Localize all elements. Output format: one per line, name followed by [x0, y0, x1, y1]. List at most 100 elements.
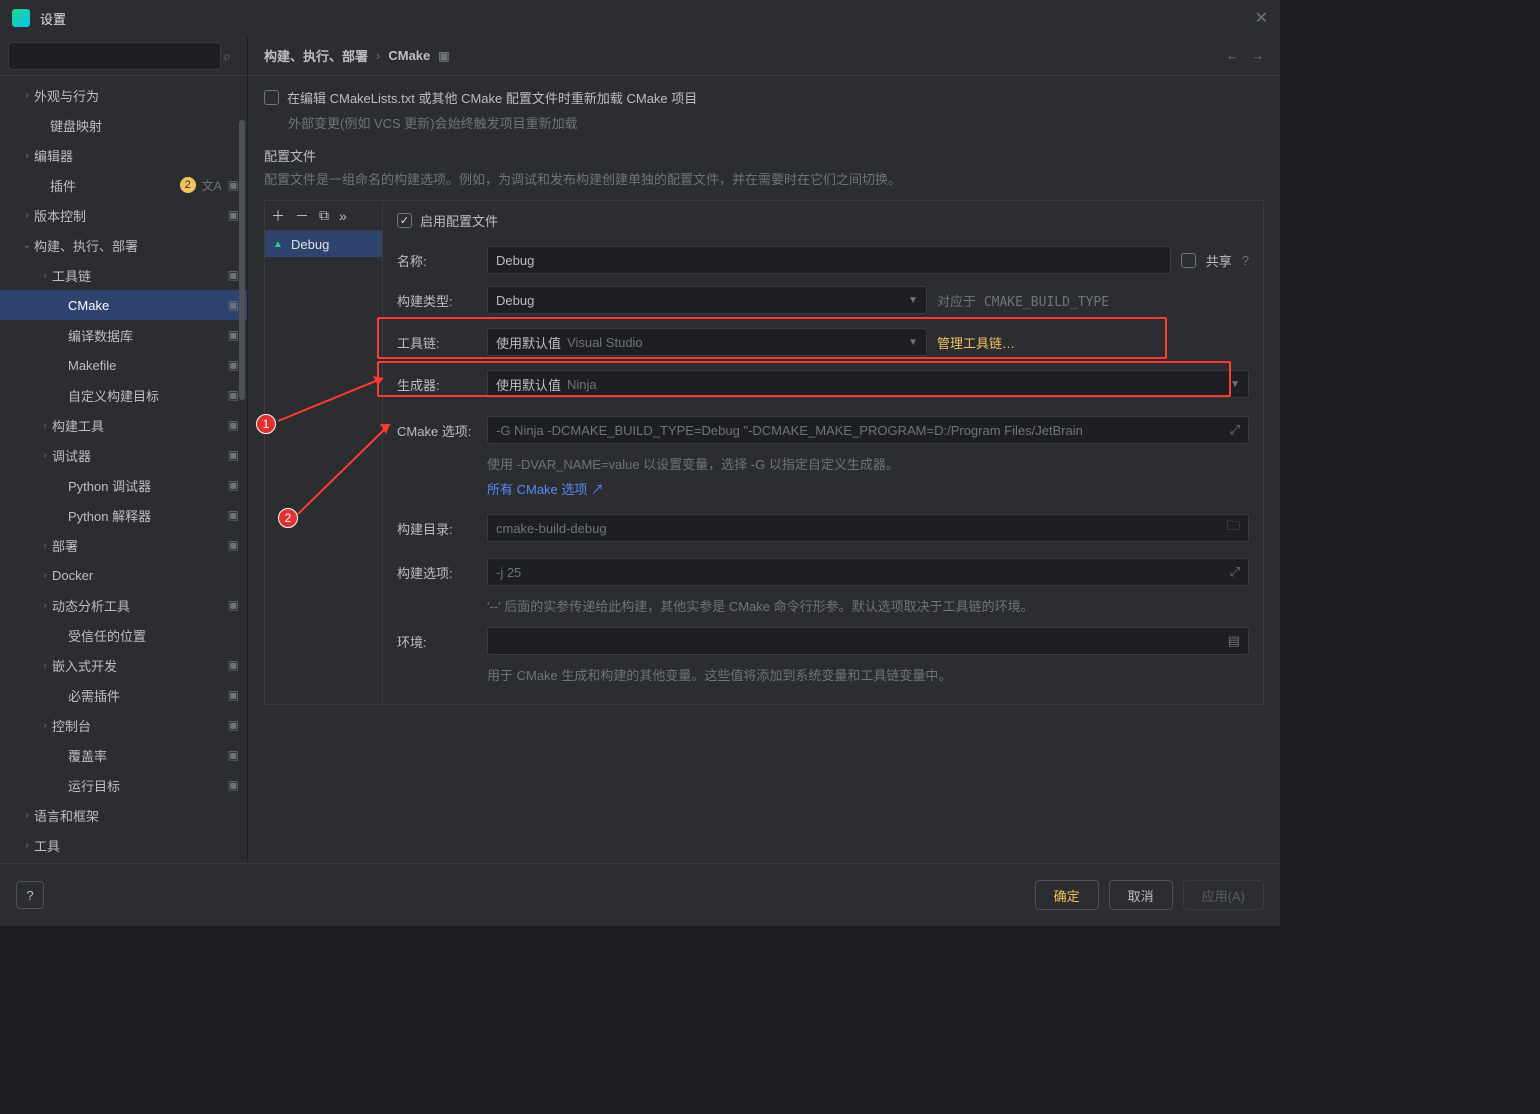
scope-icon: ▣ — [228, 478, 239, 492]
sidebar-item-5[interactable]: ⌄构建、执行、部署 — [0, 230, 247, 260]
chevron-icon: › — [38, 450, 52, 461]
chevron-icon: ⌄ — [20, 240, 34, 251]
sidebar-item-22[interactable]: 覆盖率▣ — [0, 740, 247, 770]
titlebar: 设置 ✕ — [0, 0, 1280, 36]
chevron-down-icon: ▼ — [1230, 379, 1240, 390]
chevron-icon: › — [38, 720, 52, 731]
sidebar-item-6[interactable]: ›工具链▣ — [0, 260, 247, 290]
reload-checkbox[interactable] — [264, 90, 279, 105]
sidebar-item-4[interactable]: ›版本控制▣ — [0, 200, 247, 230]
folder-icon[interactable]: 🗀 — [1227, 517, 1240, 539]
dialog-footer: ? 确定 取消 应用(A) — [0, 863, 1280, 926]
build-type-select[interactable]: Debug▼ — [487, 286, 927, 314]
cancel-button[interactable]: 取消 — [1109, 880, 1173, 910]
search-icon: ⌕ — [223, 48, 231, 65]
settings-sidebar: ⌕ ›外观与行为键盘映射›编辑器插件2文A▣›版本控制▣⌄构建、执行、部署›工具… — [0, 36, 248, 863]
sidebar-item-label: 插件 — [50, 176, 180, 195]
badge-count: 2 — [180, 177, 196, 193]
profile-item-label: Debug — [291, 237, 329, 252]
sidebar-item-1[interactable]: 键盘映射 — [0, 110, 247, 140]
sidebar-item-label: 必需插件 — [68, 686, 228, 705]
sidebar-item-0[interactable]: ›外观与行为 — [0, 80, 247, 110]
sidebar-item-label: Python 调试器 — [68, 476, 228, 495]
sidebar-item-24[interactable]: ›语言和框架 — [0, 800, 247, 830]
enable-profile-label: 启用配置文件 — [420, 211, 498, 230]
manage-toolchains-link[interactable]: 管理工具链… — [937, 333, 1015, 352]
cmake-options-hint: 使用 -DVAR_NAME=value 以设置变量，选择 -G 以指定自定义生成… — [487, 454, 1249, 473]
sidebar-item-7[interactable]: CMake▣ — [0, 290, 247, 320]
sidebar-item-label: 运行目标 — [68, 776, 228, 795]
sidebar-item-13[interactable]: Python 调试器▣ — [0, 470, 247, 500]
share-checkbox[interactable] — [1181, 253, 1196, 268]
scope-icon: ▣ — [228, 778, 239, 792]
sidebar-item-label: 受信任的位置 — [68, 626, 239, 645]
search-input[interactable] — [8, 42, 221, 70]
scope-icon: ▣ — [228, 688, 239, 702]
profiles-panel: ＋ － ⧉ » ▲ Debug — [264, 200, 382, 705]
share-help-icon[interactable]: ? — [1242, 253, 1249, 268]
close-icon[interactable]: ✕ — [1255, 8, 1268, 28]
breadcrumb-current: CMake — [388, 48, 430, 63]
sidebar-item-21[interactable]: ›控制台▣ — [0, 710, 247, 740]
sidebar-item-12[interactable]: ›调试器▣ — [0, 440, 247, 470]
build-options-input[interactable]: -j 25 ⤢ — [487, 558, 1249, 586]
sidebar-item-14[interactable]: Python 解释器▣ — [0, 500, 247, 530]
chevron-down-icon: ▼ — [908, 295, 918, 306]
list-icon[interactable]: ▤ — [1228, 633, 1240, 649]
scrollbar-thumb[interactable] — [239, 120, 245, 400]
scope-icon: ▣ — [228, 208, 239, 222]
help-button[interactable]: ? — [16, 881, 44, 909]
add-profile-icon[interactable]: ＋ — [271, 206, 285, 226]
remove-profile-icon[interactable]: － — [295, 206, 309, 226]
sidebar-item-9[interactable]: Makefile▣ — [0, 350, 247, 380]
build-type-hint: 对应于 CMAKE_BUILD_TYPE — [937, 291, 1109, 310]
sidebar-item-23[interactable]: 运行目标▣ — [0, 770, 247, 800]
build-dir-input[interactable]: cmake-build-debug 🗀 — [487, 514, 1249, 542]
chevron-icon: › — [38, 540, 52, 551]
sidebar-item-25[interactable]: ›工具 — [0, 830, 247, 860]
name-input[interactable]: Debug — [487, 246, 1171, 274]
apply-button[interactable]: 应用(A) — [1183, 880, 1264, 910]
sidebar-item-16[interactable]: ›Docker — [0, 560, 247, 590]
enable-profile-checkbox[interactable] — [397, 213, 412, 228]
environment-input[interactable]: ▤ — [487, 627, 1249, 655]
sidebar-item-label: 嵌入式开发 — [52, 656, 228, 675]
chevron-icon: › — [38, 270, 52, 281]
profile-run-icon: ▲ — [273, 239, 285, 250]
expand-icon[interactable]: ⤢ — [1230, 564, 1240, 580]
profile-item-debug[interactable]: ▲ Debug — [265, 231, 382, 257]
sidebar-item-label: 编辑器 — [34, 146, 239, 165]
generator-select[interactable]: 使用默认值 Ninja ▼ — [487, 370, 1249, 398]
sidebar-item-label: 部署 — [52, 536, 228, 555]
nav-back-icon[interactable]: ← — [1226, 48, 1239, 63]
sidebar-item-3[interactable]: 插件2文A▣ — [0, 170, 247, 200]
ok-button[interactable]: 确定 — [1035, 880, 1099, 910]
environment-hint: 用于 CMake 生成和构建的其他变量。这些值将添加到系统变量和工具链变量中。 — [487, 665, 1249, 684]
sidebar-item-8[interactable]: 编译数据库▣ — [0, 320, 247, 350]
sidebar-item-11[interactable]: ›构建工具▣ — [0, 410, 247, 440]
scope-icon: ▣ — [228, 748, 239, 762]
sidebar-item-15[interactable]: ›部署▣ — [0, 530, 247, 560]
expand-icon[interactable]: ⤢ — [1230, 422, 1240, 438]
cmake-options-input[interactable]: -G Ninja -DCMAKE_BUILD_TYPE=Debug "-DCMA… — [487, 416, 1249, 444]
sidebar-item-20[interactable]: 必需插件▣ — [0, 680, 247, 710]
sidebar-item-label: Python 解释器 — [68, 506, 228, 525]
sidebar-item-label: 控制台 — [52, 716, 228, 735]
sidebar-item-18[interactable]: 受信任的位置 — [0, 620, 247, 650]
sidebar-item-2[interactable]: ›编辑器 — [0, 140, 247, 170]
sidebar-item-17[interactable]: ›动态分析工具▣ — [0, 590, 247, 620]
sidebar-item-label: 工具 — [34, 836, 239, 855]
more-profile-icon[interactable]: » — [339, 208, 347, 224]
sidebar-item-10[interactable]: 自定义构建目标▣ — [0, 380, 247, 410]
reload-hint: 外部变更(例如 VCS 更新)会始终触发项目重新加载 — [288, 113, 1264, 132]
copy-profile-icon[interactable]: ⧉ — [319, 207, 329, 224]
scope-icon: ▣ — [228, 388, 239, 402]
chevron-down-icon: ▼ — [908, 337, 918, 348]
nav-forward-icon[interactable]: → — [1251, 48, 1264, 63]
breadcrumb-separator: › — [376, 48, 380, 63]
all-cmake-options-link[interactable]: 所有 CMake 选项 ↗ — [487, 482, 604, 497]
sidebar-item-19[interactable]: ›嵌入式开发▣ — [0, 650, 247, 680]
window-title: 设置 — [40, 9, 66, 28]
toolchain-select[interactable]: 使用默认值 Visual Studio ▼ — [487, 328, 927, 356]
build-options-label: 构建选项: — [397, 563, 477, 582]
